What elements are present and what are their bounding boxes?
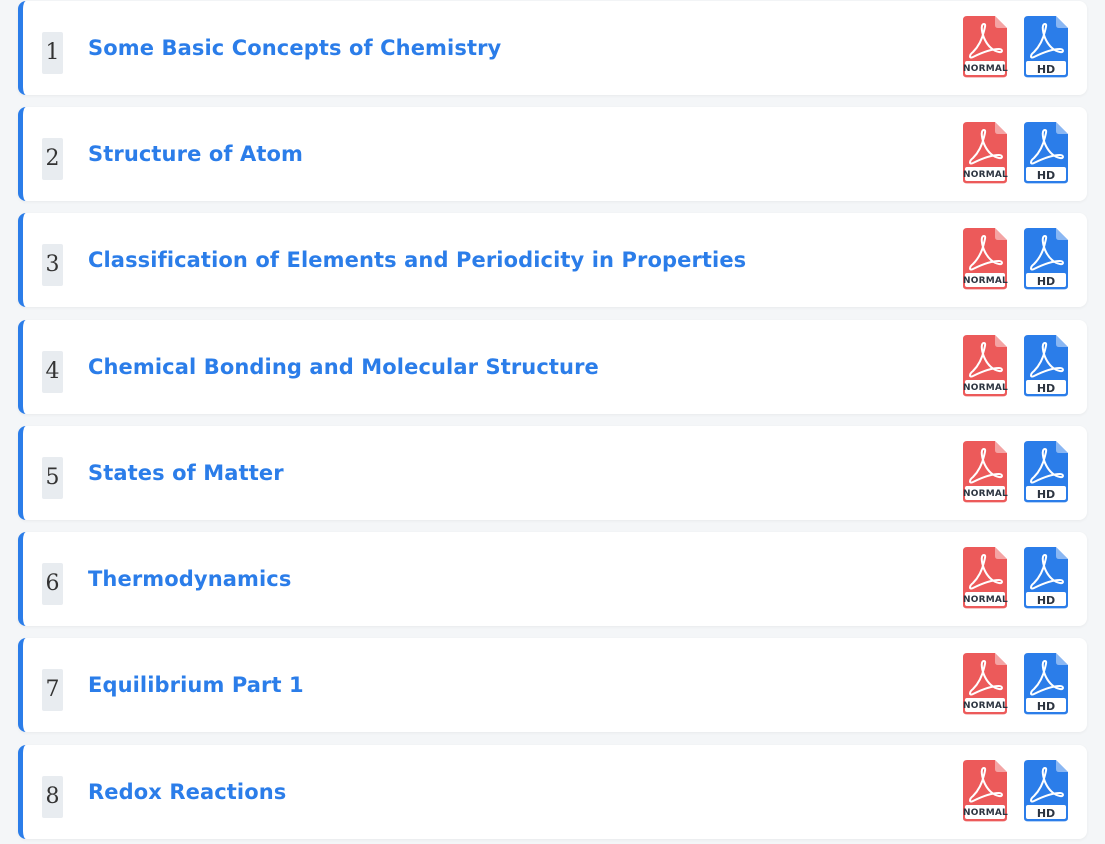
chapter-number: 2	[42, 138, 63, 180]
pdf-hd-label: HD	[1036, 63, 1056, 76]
pdf-hd-label: HD	[1036, 807, 1056, 820]
pdf-hd-label: HD	[1036, 382, 1056, 395]
chapter-list: 1 Some Basic Concepts of Chemistry NORMA…	[0, 0, 1105, 844]
pdf-normal-label: NORMAL	[963, 170, 1008, 180]
pdf-hd-button[interactable]: HD	[1024, 653, 1068, 716]
pdf-normal-button[interactable]: NORMAL	[963, 760, 1008, 823]
pdf-normal-label: NORMAL	[963, 595, 1008, 605]
pdf-hd-button[interactable]: HD	[1024, 335, 1068, 398]
chapter-number: 4	[42, 351, 63, 393]
pdf-normal-button[interactable]: NORMAL	[963, 16, 1008, 79]
pdf-hd-label: HD	[1036, 700, 1056, 713]
pdf-normal-label: NORMAL	[963, 64, 1008, 74]
chapter-row: 4 Chemical Bonding and Molecular Structu…	[18, 320, 1087, 414]
chapter-row: 1 Some Basic Concepts of Chemistry NORMA…	[18, 1, 1087, 95]
chapter-title-link[interactable]: Classification of Elements and Periodici…	[88, 213, 746, 307]
chapter-title-link[interactable]: Redox Reactions	[88, 745, 286, 839]
chapter-row: 5 States of Matter NORMAL HD	[18, 426, 1087, 520]
chapter-title-link[interactable]: Some Basic Concepts of Chemistry	[88, 1, 501, 95]
chapter-row: 8 Redox Reactions NORMAL HD	[18, 745, 1087, 839]
pdf-hd-button[interactable]: HD	[1024, 760, 1068, 823]
chapter-title-link[interactable]: Thermodynamics	[88, 532, 291, 626]
pdf-hd-label: HD	[1036, 488, 1056, 501]
chapter-row: 6 Thermodynamics NORMAL HD	[18, 532, 1087, 626]
chapter-number: 1	[42, 32, 63, 74]
pdf-hd-button[interactable]: HD	[1024, 441, 1068, 504]
pdf-hd-label: HD	[1036, 594, 1056, 607]
pdf-hd-button[interactable]: HD	[1024, 547, 1068, 610]
chapter-title-link[interactable]: States of Matter	[88, 426, 284, 520]
chapter-title-link[interactable]: Chemical Bonding and Molecular Structure	[88, 320, 599, 414]
chapter-number: 3	[42, 244, 63, 286]
pdf-normal-button[interactable]: NORMAL	[963, 653, 1008, 716]
chapter-row: 2 Structure of Atom NORMAL HD	[18, 107, 1087, 201]
chapter-number: 7	[42, 669, 63, 711]
pdf-normal-label: NORMAL	[963, 808, 1008, 818]
pdf-normal-button[interactable]: NORMAL	[963, 335, 1008, 398]
chapter-row: 7 Equilibrium Part 1 NORMAL HD	[18, 638, 1087, 732]
pdf-hd-label: HD	[1036, 169, 1056, 182]
pdf-normal-label: NORMAL	[963, 383, 1008, 393]
chapter-number: 5	[42, 457, 63, 499]
pdf-normal-label: NORMAL	[963, 489, 1008, 499]
chapter-number: 8	[42, 776, 63, 818]
pdf-hd-button[interactable]: HD	[1024, 228, 1068, 291]
chapter-title-link[interactable]: Structure of Atom	[88, 107, 303, 201]
pdf-normal-button[interactable]: NORMAL	[963, 228, 1008, 291]
pdf-normal-label: NORMAL	[963, 276, 1008, 286]
pdf-hd-label: HD	[1036, 275, 1056, 288]
chapter-number: 6	[42, 563, 63, 605]
pdf-normal-button[interactable]: NORMAL	[963, 441, 1008, 504]
pdf-hd-button[interactable]: HD	[1024, 122, 1068, 185]
pdf-hd-button[interactable]: HD	[1024, 16, 1068, 79]
pdf-normal-button[interactable]: NORMAL	[963, 547, 1008, 610]
chapter-row: 3 Classification of Elements and Periodi…	[18, 213, 1087, 307]
pdf-normal-button[interactable]: NORMAL	[963, 122, 1008, 185]
chapter-title-link[interactable]: Equilibrium Part 1	[88, 638, 304, 732]
pdf-normal-label: NORMAL	[963, 701, 1008, 711]
